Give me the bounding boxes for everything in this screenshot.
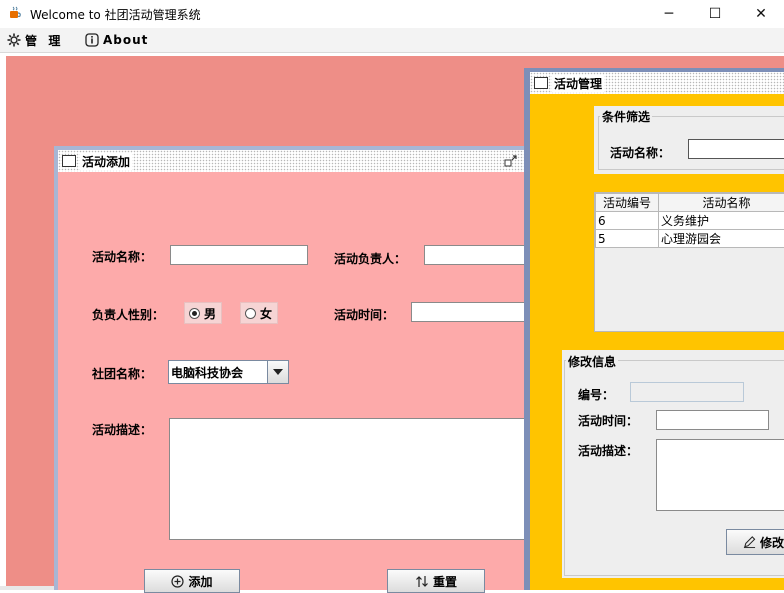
menu-about-label: About [103, 33, 148, 47]
edit-id-label: 编号： [578, 386, 614, 403]
gender-female-label: 女 [260, 305, 272, 322]
edit-group-title: 修改信息 [566, 353, 618, 370]
filter-name-input[interactable] [688, 139, 784, 159]
filter-panel: 条件筛选 活动名称： [594, 106, 784, 174]
edit-time-input[interactable] [656, 410, 769, 430]
manage-activity-frame-titlebar[interactable]: 活动管理 [530, 72, 784, 94]
table-row[interactable]: 5 心理游园会 [596, 230, 784, 248]
club-name-select[interactable]: 电脑科技协会 [168, 360, 289, 384]
menu-about[interactable]: About [85, 31, 148, 49]
manage-frame-title: 活动管理 [552, 75, 604, 92]
leader-gender-label: 负责人性别： [92, 306, 164, 323]
window-title-bar: Welcome to 社团活动管理系统 ─ ☐ ✕ [0, 0, 784, 28]
reset-button-label: 重置 [433, 573, 457, 590]
add-button[interactable]: 添加 [144, 569, 240, 593]
modify-button[interactable]: 修改 [726, 529, 784, 555]
edit-time-label: 活动时间： [578, 412, 638, 429]
frame-window-icon [62, 155, 76, 167]
activity-desc-textarea[interactable] [169, 418, 524, 540]
filter-name-label: 活动名称： [610, 144, 670, 161]
table-cell-id: 5 [596, 230, 659, 248]
radio-unselected-icon [245, 308, 256, 319]
frame-window-icon [534, 77, 548, 89]
gender-female-radio[interactable]: 女 [240, 302, 278, 324]
java-cup-icon [8, 6, 22, 20]
menu-manage-label: 管 理 [25, 32, 61, 49]
filter-group-title: 条件筛选 [600, 108, 652, 125]
activity-leader-label: 活动负责人： [334, 250, 406, 267]
edit-desc-textarea[interactable] [656, 439, 784, 511]
edit-id-input [630, 382, 744, 402]
menu-bar: 管 理 About [0, 28, 784, 53]
reset-button[interactable]: 重置 [387, 569, 485, 593]
club-name-selected: 电脑科技协会 [169, 361, 267, 383]
column-header-id[interactable]: 活动编号 [596, 194, 659, 212]
activity-leader-input[interactable] [424, 245, 524, 265]
table-row[interactable]: 6 义务维护 [596, 212, 784, 230]
table-cell-id: 6 [596, 212, 659, 230]
activity-desc-label: 活动描述： [92, 421, 152, 438]
add-button-label: 添加 [188, 573, 212, 590]
close-button[interactable]: ✕ [738, 0, 784, 28]
radio-selected-icon [189, 308, 200, 319]
column-header-name[interactable]: 活动名称 [659, 194, 784, 212]
activity-table: 活动编号 活动名称 6 义务维护 5 心理游园会 [595, 193, 784, 248]
minimize-button[interactable]: ─ [646, 0, 692, 28]
activity-time-label: 活动时间： [334, 306, 394, 323]
restore-icon[interactable] [504, 154, 518, 168]
add-circle-icon [171, 575, 184, 588]
window-title: Welcome to 社团活动管理系统 [30, 6, 201, 23]
table-cell-name: 义务维护 [659, 212, 784, 230]
maximize-button[interactable]: ☐ [692, 0, 738, 28]
chevron-down-icon[interactable] [267, 361, 288, 383]
info-icon [85, 33, 99, 47]
reset-arrows-icon [415, 575, 429, 588]
club-name-label: 社团名称： [92, 365, 152, 382]
activity-table-scroll[interactable]: 活动编号 活动名称 6 义务维护 5 心理游园会 [594, 192, 784, 332]
activity-name-input[interactable] [170, 245, 308, 265]
add-activity-frame-titlebar[interactable]: 活动添加 [58, 150, 524, 172]
pencil-icon [743, 535, 756, 549]
gear-icon [7, 33, 21, 47]
menu-manage[interactable]: 管 理 [7, 31, 61, 49]
activity-name-label: 活动名称： [92, 248, 152, 265]
table-cell-name: 心理游园会 [659, 230, 784, 248]
gender-male-label: 男 [204, 305, 216, 322]
modify-button-label: 修改 [760, 534, 784, 551]
edit-panel: 修改信息 编号： 活动时间： 活动描述： 修改 [562, 350, 784, 578]
activity-time-input[interactable] [411, 302, 524, 322]
edit-desc-label: 活动描述： [578, 442, 638, 459]
add-frame-title: 活动添加 [80, 153, 132, 170]
gender-male-radio[interactable]: 男 [184, 302, 222, 324]
